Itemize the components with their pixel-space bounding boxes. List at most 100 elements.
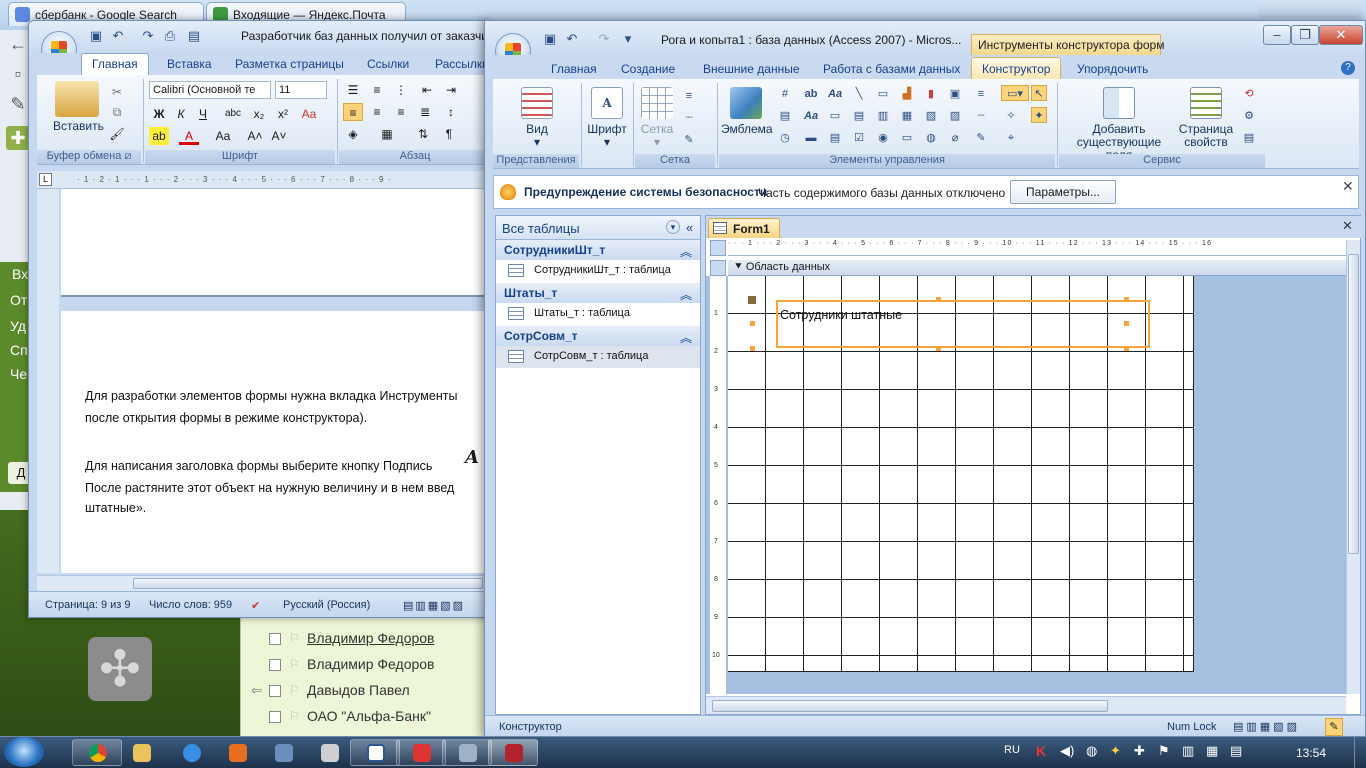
chart2-tool-icon[interactable]: ▮ <box>923 85 939 101</box>
image-tool-icon[interactable]: ▦ <box>899 107 915 123</box>
help-icon[interactable]: ? <box>1341 61 1355 75</box>
tab-insert[interactable]: Вставка <box>167 57 212 71</box>
taskbar-chrome[interactable] <box>72 739 122 766</box>
multilevel-list-icon[interactable]: ⋮ <box>391 81 411 99</box>
taskbar-word[interactable] <box>350 739 400 766</box>
line-spacing-icon[interactable]: ↕ <box>441 103 461 121</box>
collapse-pane-icon[interactable]: « <box>686 220 693 235</box>
mail-folder-sent[interactable]: От <box>10 292 27 308</box>
tray-app3-icon[interactable]: ✚ <box>1134 743 1145 759</box>
logo-button[interactable]: Эмблема <box>721 87 773 136</box>
tab-database-tools[interactable]: Работа с базами данных <box>823 62 960 76</box>
format-painter-icon[interactable]: 🖌 <box>107 125 127 143</box>
tab-home[interactable]: Главная <box>551 62 597 76</box>
clock[interactable]: 13:54 <box>1296 746 1326 760</box>
mail-row[interactable]: ⚐ ОАО "Альфа-Банк" <box>241 704 491 730</box>
section-selector[interactable] <box>710 260 726 276</box>
property-sheet-button[interactable]: Страница свойств <box>1175 87 1237 149</box>
insert-activex-icon[interactable]: ⌖ <box>1003 129 1019 145</box>
mail-folder-drafts[interactable]: Че <box>10 366 27 382</box>
form-horizontal-scrollbar[interactable] <box>706 696 1346 714</box>
title-icon[interactable]: ▤ <box>777 107 793 123</box>
italic-button[interactable]: К <box>171 105 191 123</box>
taskbar-app3[interactable] <box>442 739 492 766</box>
tray-app4-icon[interactable]: ▦ <box>1206 743 1218 759</box>
page-count-status[interactable]: Страница: 9 из 9 <box>45 599 131 611</box>
select-tool-active[interactable]: ▭▾ <box>1001 85 1029 101</box>
tab-mailings[interactable]: Рассылки <box>435 57 489 71</box>
undo-icon[interactable]: ↶ <box>563 31 581 49</box>
form-vertical-scrollbar[interactable] <box>1346 240 1360 694</box>
flag-icon[interactable]: ⚐ <box>289 631 300 645</box>
gridlines-button[interactable]: Сетка ▾ <box>637 87 677 149</box>
add-existing-fields-button[interactable]: Добавить существующие поля <box>1063 87 1175 162</box>
strikethrough-button[interactable]: abc <box>223 105 243 123</box>
word-horizontal-scrollbar[interactable] <box>37 575 489 591</box>
border-color-icon[interactable]: ✎ <box>973 129 989 145</box>
form1-tab[interactable]: Form1 <box>708 218 780 238</box>
start-button[interactable] <box>4 737 44 767</box>
tab-selector-icon[interactable]: L <box>39 173 52 186</box>
mail-row-checkbox[interactable] <box>269 685 281 697</box>
shrink-font-button[interactable]: A˅ <box>269 127 289 145</box>
align-center-button[interactable]: ≡ <box>367 103 387 121</box>
document-page-2[interactable]: Для разработки элементов формы нужна вкл… <box>61 311 489 573</box>
border-width-icon[interactable]: ≡ <box>973 85 989 101</box>
align-left-button[interactable]: ≡ <box>343 103 363 121</box>
minimize-button[interactable]: – <box>1263 25 1291 45</box>
flag-tray-icon[interactable]: ⚑ <box>1158 743 1170 759</box>
numbering-icon[interactable]: ≡ <box>367 81 387 99</box>
undo-icon[interactable]: ↶ <box>109 28 127 46</box>
back-arrow-icon[interactable]: ← <box>6 32 30 56</box>
view-switch-buttons[interactable]: ▤▥▦▧▨ <box>1233 720 1300 733</box>
mail-folder-inbox[interactable]: Вх <box>12 266 28 282</box>
label-tool-icon[interactable]: Aa <box>827 85 843 101</box>
bold-button[interactable]: Ж <box>149 105 169 123</box>
volume-icon[interactable]: ◀) <box>1060 743 1074 759</box>
grow-font-button[interactable]: A˄ <box>245 127 265 145</box>
tray-app5-icon[interactable]: ▤ <box>1230 743 1242 759</box>
increase-indent-icon[interactable]: ⇥ <box>441 81 461 99</box>
justify-button[interactable]: ≣ <box>415 103 435 121</box>
save-icon[interactable]: ▣ <box>87 28 105 46</box>
taskbar-explorer[interactable] <box>116 739 166 766</box>
taskbar-app[interactable] <box>258 739 308 766</box>
pointer-tool-icon[interactable]: ↖ <box>1031 85 1047 101</box>
label-aa-icon[interactable]: Aa <box>803 107 819 123</box>
decrease-indent-icon[interactable]: ⇤ <box>417 81 437 99</box>
bound-frame-icon[interactable]: ▧ <box>923 107 939 123</box>
nav-item-table[interactable]: Штаты_т : таблица <box>496 303 700 325</box>
tab-design[interactable]: Конструктор <box>971 57 1062 79</box>
line-type-icon[interactable]: ┈ <box>681 109 697 125</box>
show-desktop-button[interactable] <box>1354 737 1366 768</box>
maximize-button[interactable]: ❐ <box>1291 25 1319 45</box>
tab-arrange[interactable]: Упорядочить <box>1077 62 1148 76</box>
scroll-thumb[interactable] <box>712 700 1108 712</box>
paste-button[interactable]: Вставить <box>53 119 104 133</box>
mail-row-checkbox[interactable] <box>269 659 281 671</box>
close-form-icon[interactable]: ✕ <box>1342 218 1353 234</box>
tab-home[interactable]: Главная <box>81 53 149 75</box>
resize-handle-right[interactable] <box>1124 321 1129 326</box>
control-wizard-icon[interactable]: ✧ <box>1003 107 1019 123</box>
design-view-button[interactable]: ✎ <box>1325 718 1343 736</box>
page-number-icon[interactable]: # <box>777 85 793 101</box>
qat-customize-icon[interactable]: ▾ <box>619 31 637 49</box>
tray-app2-icon[interactable]: ✦ <box>1110 743 1121 759</box>
tab-page-layout[interactable]: Разметка страницы <box>235 57 344 71</box>
mail-row-checkbox[interactable] <box>269 711 281 723</box>
proofing-icon[interactable]: ✔ <box>251 599 260 612</box>
detail-section-bar[interactable]: ⯆ Область данных <box>728 260 1346 276</box>
page-icon[interactable]: ▫ <box>6 62 30 86</box>
extension-icon[interactable]: ✚ <box>6 126 30 150</box>
font-size-combo[interactable]: 11 <box>275 81 327 99</box>
group-collapse-icon[interactable]: ︽ <box>680 329 692 346</box>
print-icon[interactable]: ⎙ <box>161 28 179 46</box>
shading-icon[interactable]: ◈ <box>343 125 363 143</box>
copy-icon[interactable]: ⧉ <box>107 103 127 121</box>
macro-icon[interactable]: ⚙ <box>1241 107 1257 123</box>
line-color-icon[interactable]: ✎ <box>681 131 697 147</box>
nav-group-header[interactable]: Штаты_т ︽ <box>496 283 700 303</box>
close-button[interactable]: ✕ <box>1319 25 1363 45</box>
toggle-tool-icon[interactable]: ▭ <box>875 85 891 101</box>
